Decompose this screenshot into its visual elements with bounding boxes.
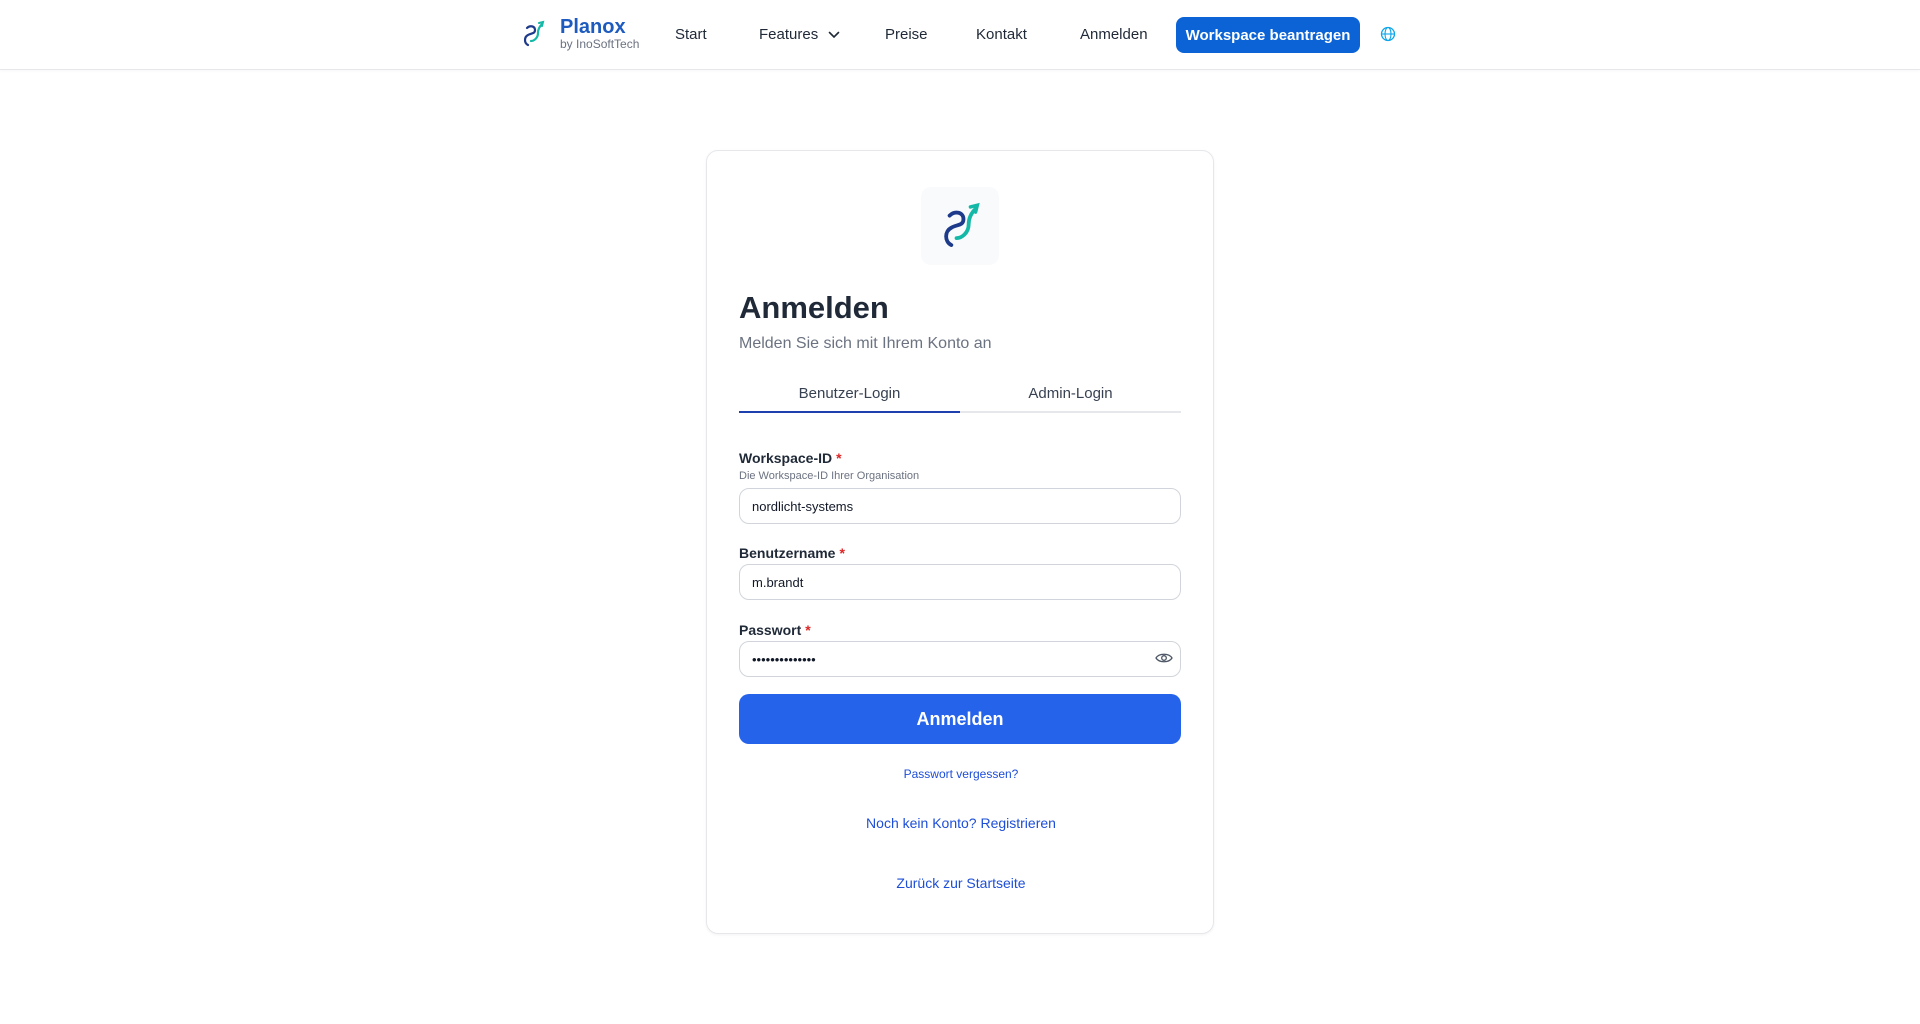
card-logo <box>921 187 999 265</box>
forgot-password-link[interactable]: Passwort vergessen? <box>707 767 1215 781</box>
login-tabs: Benutzer-Login Admin-Login <box>739 383 1181 413</box>
register-link[interactable]: Noch kein Konto? Registrieren <box>707 815 1215 831</box>
password-label-text: Passwort <box>739 622 802 638</box>
nav-kontakt[interactable]: Kontakt <box>976 25 1027 45</box>
required-marker: * <box>805 622 811 638</box>
nav-preise[interactable]: Preise <box>885 25 928 45</box>
tab-user-login[interactable]: Benutzer-Login <box>739 383 960 413</box>
tab-admin-login[interactable]: Admin-Login <box>960 383 1181 411</box>
planox-logo-icon <box>944 202 980 247</box>
back-home-link[interactable]: Zurück zur Startseite <box>707 875 1215 891</box>
required-marker: * <box>839 545 845 561</box>
nav-anmelden[interactable]: Anmelden <box>1080 25 1148 45</box>
workspace-id-input[interactable] <box>739 488 1181 524</box>
workspace-request-button[interactable]: Workspace beantragen <box>1176 17 1360 53</box>
login-card: Anmelden Melden Sie sich mit Ihrem Konto… <box>706 150 1214 934</box>
password-label: Passwort * <box>739 621 811 639</box>
username-label-text: Benutzername <box>739 545 836 561</box>
eye-icon[interactable] <box>1155 651 1173 665</box>
brand-subtitle: by InoSoftTech <box>560 37 640 51</box>
chevron-down-icon <box>829 31 840 39</box>
top-navigation: Planox by InoSoftTech Start Features Pre… <box>0 0 1920 70</box>
planox-logo-icon <box>523 20 545 46</box>
globe-icon[interactable] <box>1380 26 1396 42</box>
username-label: Benutzername * <box>739 544 845 562</box>
brand[interactable]: Planox by InoSoftTech <box>520 16 639 51</box>
required-marker: * <box>836 450 842 466</box>
workspace-id-label: Workspace-ID * <box>739 449 842 467</box>
workspace-id-label-text: Workspace-ID <box>739 450 833 466</box>
workspace-id-hint: Die Workspace-ID Ihrer Organisation <box>739 470 920 482</box>
nav-features-label: Features <box>759 26 819 43</box>
password-input[interactable] <box>739 641 1181 677</box>
username-input[interactable] <box>739 564 1181 600</box>
page-subtitle: Melden Sie sich mit Ihrem Konto an <box>739 335 992 352</box>
login-submit-button[interactable]: Anmelden <box>739 694 1181 744</box>
brand-name: Planox <box>560 16 626 38</box>
nav-start[interactable]: Start <box>675 25 707 45</box>
page-title: Anmelden <box>739 290 889 325</box>
nav-features[interactable]: Features <box>759 25 840 45</box>
